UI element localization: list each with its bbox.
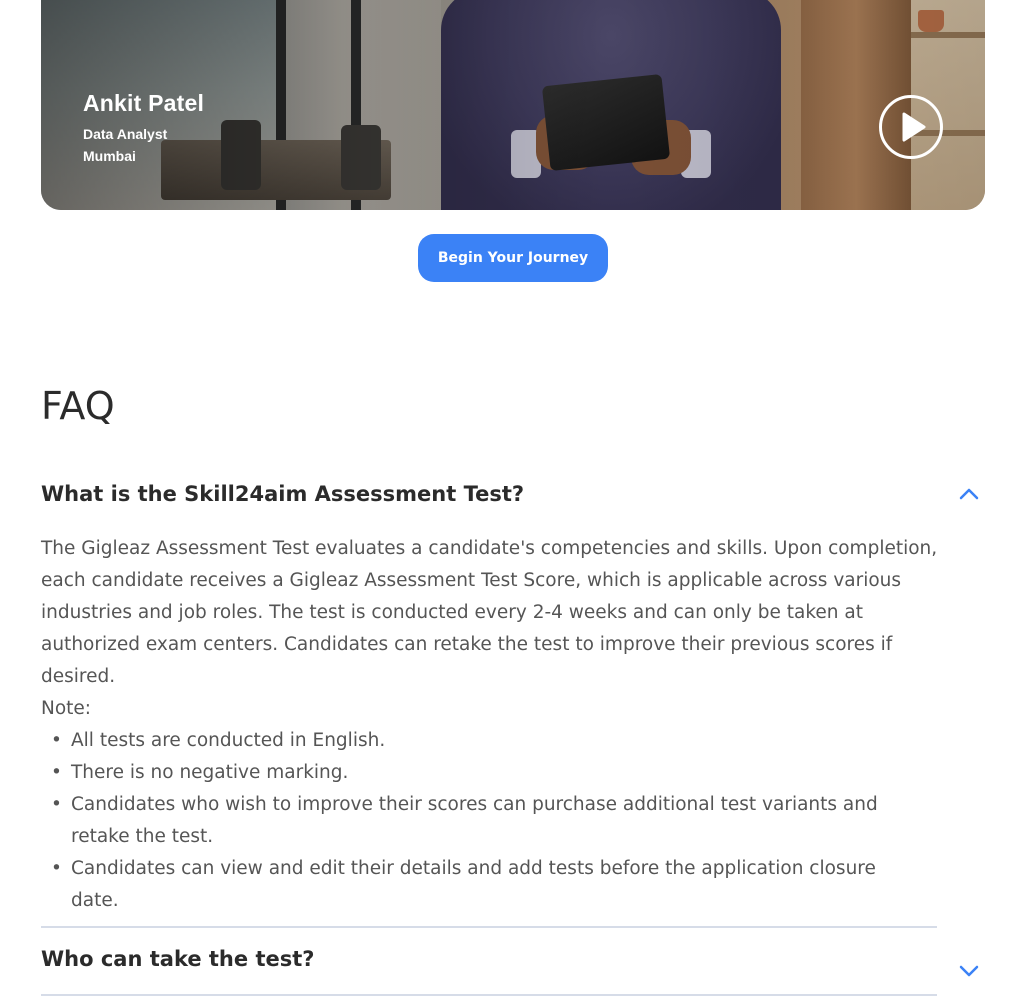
- person-city: Mumbai: [83, 148, 136, 164]
- list-item: • Candidates can view and edit their deta…: [51, 858, 876, 911]
- faq-note-label: Note:: [41, 698, 92, 719]
- list-item: • Candidates who wish to improve their sc…: [51, 794, 878, 847]
- faq-heading: FAQ: [41, 384, 115, 428]
- play-button[interactable]: [879, 95, 943, 159]
- chevron-down-icon[interactable]: [959, 965, 979, 977]
- person-name: Ankit Patel: [83, 90, 205, 116]
- faq-question-toggle[interactable]: What is the Skill24aim Assessment Test?: [41, 482, 985, 506]
- page: Ankit Patel Data Analyst Mumbai Begin Yo…: [0, 0, 1025, 1000]
- faq-item: Who can take the test?: [41, 947, 985, 977]
- faq-divider: [41, 994, 937, 996]
- play-icon: [902, 112, 926, 142]
- faq-question-toggle[interactable]: Who can take the test?: [41, 947, 985, 971]
- chevron-up-icon[interactable]: [959, 488, 979, 500]
- faq-item: What is the Skill24aim Assessment Test? …: [41, 482, 985, 917]
- faq-divider: [41, 926, 937, 928]
- list-item: • There is no negative marking.: [51, 762, 349, 783]
- testimonial-video-card[interactable]: Ankit Patel Data Analyst Mumbai: [41, 0, 985, 210]
- person-role: Data Analyst: [83, 126, 168, 142]
- faq-answer: The Gigleaz Assessment Test evaluates a …: [41, 538, 938, 687]
- begin-journey-button[interactable]: Begin Your Journey: [418, 234, 608, 282]
- list-item: • All tests are conducted in English.: [51, 730, 386, 751]
- faq-note-list: • All tests are conducted in English. • Th…: [41, 725, 911, 917]
